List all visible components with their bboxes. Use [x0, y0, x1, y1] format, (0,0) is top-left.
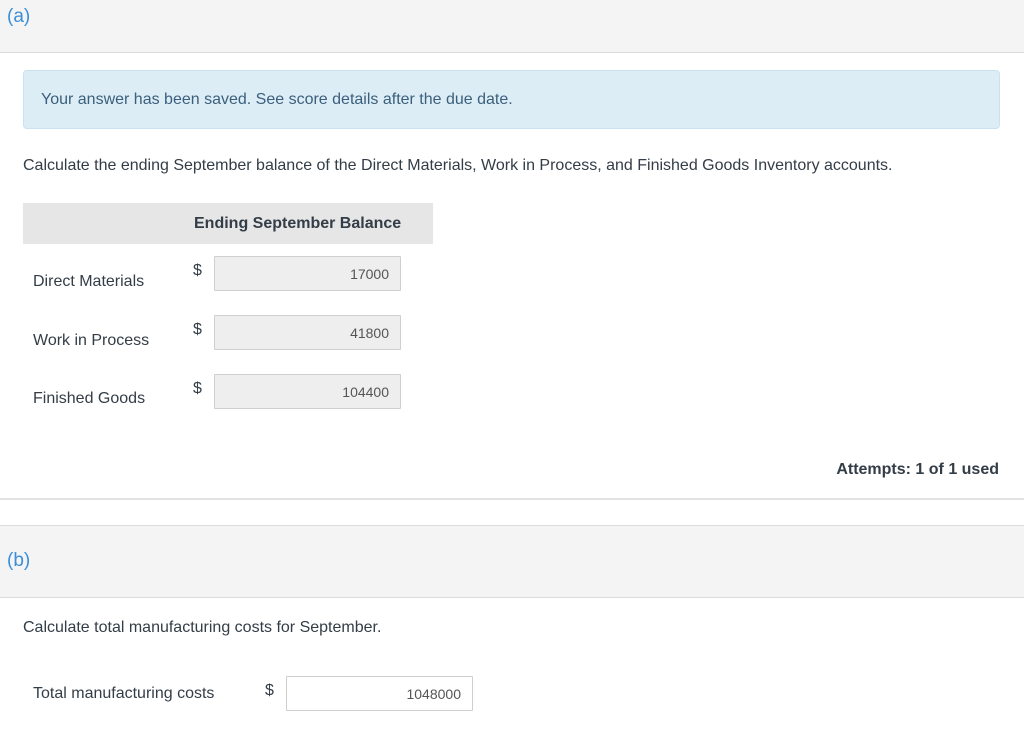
finished-goods-balance-input[interactable] — [214, 374, 401, 409]
section-divider — [0, 498, 1024, 500]
balance-table-header: Ending September Balance — [23, 203, 433, 244]
total-manufacturing-costs-input[interactable] — [286, 676, 473, 711]
part-a-question-prompt: Calculate the ending September balance o… — [23, 157, 893, 174]
finished-goods-label: Finished Goods — [33, 390, 146, 407]
work-in-process-label: Work in Process — [33, 332, 150, 349]
work-in-process-balance-input[interactable] — [214, 315, 401, 350]
work-in-process-currency-symbol: $ — [193, 321, 202, 338]
total-manufacturing-costs-currency-symbol: $ — [265, 682, 274, 699]
direct-materials-balance-input[interactable] — [214, 256, 401, 291]
part-b-label: (b) — [7, 550, 31, 571]
direct-materials-currency-symbol: $ — [193, 262, 202, 279]
part-a-header: (a) — [0, 0, 1024, 53]
direct-materials-label: Direct Materials — [33, 273, 145, 290]
ending-balance-column-header: Ending September Balance — [194, 215, 402, 232]
total-manufacturing-costs-label: Total manufacturing costs — [33, 685, 215, 702]
answer-saved-notice: Your answer has been saved. See score de… — [23, 70, 1000, 129]
attempts-counter: Attempts: 1 of 1 used — [836, 461, 999, 478]
answer-saved-notice-text: Your answer has been saved. See score de… — [41, 91, 513, 108]
part-b-header: (b) — [0, 525, 1024, 598]
part-a-label: (a) — [7, 6, 31, 27]
finished-goods-currency-symbol: $ — [193, 380, 202, 397]
part-b-question-prompt: Calculate total manufacturing costs for … — [23, 619, 382, 636]
